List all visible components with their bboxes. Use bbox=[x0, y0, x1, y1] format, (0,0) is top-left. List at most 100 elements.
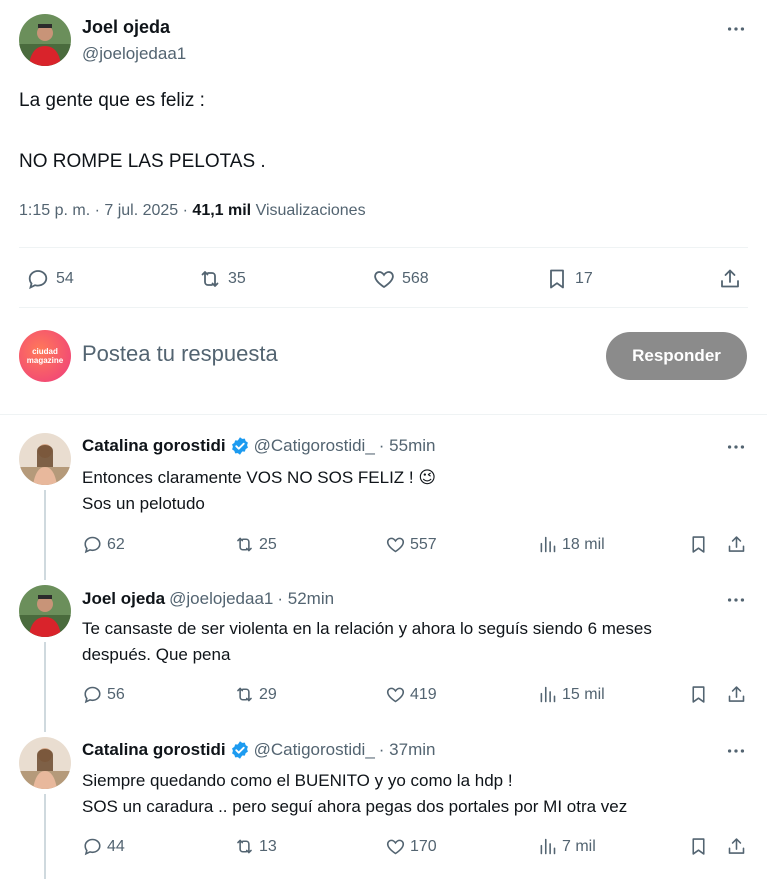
retweet-action[interactable]: 13 bbox=[234, 836, 277, 857]
bookmark-count: 17 bbox=[575, 270, 593, 287]
like-action[interactable]: 419 bbox=[385, 684, 437, 705]
tweet-text-line-1: La gente que es feliz : bbox=[19, 90, 205, 111]
like-action[interactable]: 170 bbox=[385, 836, 437, 857]
reply-text-line-2: después. Que pena bbox=[82, 645, 231, 664]
reply-author-handle[interactable]: @Catigorostidi_ bbox=[254, 436, 375, 456]
bookmark-icon bbox=[688, 684, 709, 705]
views-count: 41,1 mil bbox=[192, 202, 252, 219]
section-divider bbox=[0, 414, 767, 415]
views-icon bbox=[537, 534, 558, 555]
retweet-icon bbox=[198, 267, 222, 291]
reply-icon bbox=[26, 267, 50, 291]
views-count: 15 mil bbox=[562, 685, 605, 703]
reply-count: 56 bbox=[107, 685, 125, 703]
retweet-count: 29 bbox=[259, 685, 277, 703]
reply-time[interactable]: · 52min bbox=[277, 589, 334, 609]
reply-text-line-2: SOS un caradura .. pero seguí ahora pega… bbox=[82, 797, 628, 816]
retweet-count: 35 bbox=[228, 270, 246, 287]
reply-author-name[interactable]: Catalina gorostidi bbox=[82, 436, 226, 456]
views-count: 18 mil bbox=[562, 535, 605, 553]
reply-input[interactable]: Postea tu respuesta bbox=[82, 341, 278, 367]
thread-line bbox=[44, 490, 46, 580]
retweet-icon bbox=[234, 684, 255, 705]
reply-count: 44 bbox=[107, 837, 125, 855]
like-count: 170 bbox=[410, 837, 437, 855]
share-action[interactable] bbox=[718, 267, 742, 291]
reply-header: Catalina gorostidi @Catigorostidi_ · 37m… bbox=[82, 740, 435, 760]
reply-avatar[interactable] bbox=[19, 433, 71, 485]
reply-author-name[interactable]: Catalina gorostidi bbox=[82, 740, 226, 760]
reply-text-line-1: Entonces claramente VOS NO SOS FELIZ ! 😉 bbox=[82, 468, 437, 487]
views-icon bbox=[537, 836, 558, 857]
retweet-icon bbox=[234, 534, 255, 555]
reply-avatar[interactable] bbox=[19, 737, 71, 789]
reply-icon bbox=[82, 684, 103, 705]
share-icon bbox=[718, 267, 742, 291]
views-label: Visualizaciones bbox=[251, 202, 366, 219]
reply-text-line-1: Te cansaste de ser violenta en la relaci… bbox=[82, 619, 652, 638]
retweet-count: 13 bbox=[259, 837, 277, 855]
like-count: 568 bbox=[402, 270, 429, 287]
reply-time[interactable]: · 37min bbox=[379, 740, 436, 760]
bookmark-action[interactable]: 17 bbox=[545, 267, 593, 291]
tweet-timestamp[interactable]: 1:15 p. m. · 7 jul. 2025 · bbox=[19, 202, 192, 219]
bookmark-action[interactable] bbox=[688, 684, 709, 705]
reply-icon bbox=[82, 534, 103, 555]
bookmark-icon bbox=[545, 267, 569, 291]
retweet-action[interactable]: 29 bbox=[234, 684, 277, 705]
like-action[interactable]: 557 bbox=[385, 534, 437, 555]
like-count: 557 bbox=[410, 535, 437, 553]
heart-icon bbox=[385, 534, 406, 555]
reply-button[interactable]: Responder bbox=[606, 332, 747, 380]
more-options-icon[interactable] bbox=[725, 589, 747, 611]
heart-icon bbox=[385, 836, 406, 857]
share-action[interactable] bbox=[726, 684, 747, 705]
retweet-action[interactable]: 25 bbox=[234, 534, 277, 555]
retweet-icon bbox=[234, 836, 255, 857]
views-action[interactable]: 7 mil bbox=[537, 836, 596, 857]
reply-avatar[interactable] bbox=[19, 585, 71, 637]
share-action[interactable] bbox=[726, 836, 747, 857]
author-handle[interactable]: @joelojedaa1 bbox=[82, 44, 186, 64]
more-options-icon[interactable] bbox=[725, 18, 747, 40]
divider bbox=[19, 307, 748, 308]
tweet-text-line-2: NO ROMPE LAS PELOTAS . bbox=[19, 151, 266, 172]
reply-header: Catalina gorostidi @Catigorostidi_ · 55m… bbox=[82, 436, 435, 456]
verified-badge-icon bbox=[230, 436, 250, 456]
reply-time[interactable]: · 55min bbox=[379, 436, 436, 456]
views-icon bbox=[537, 684, 558, 705]
tweet-meta: 1:15 p. m. · 7 jul. 2025 · 41,1 mil Visu… bbox=[19, 202, 366, 220]
verified-badge-icon bbox=[230, 740, 250, 760]
retweet-action[interactable]: 35 bbox=[198, 267, 246, 291]
share-icon bbox=[726, 684, 747, 705]
author-name[interactable]: Joel ojeda bbox=[82, 17, 170, 38]
bookmark-icon bbox=[688, 836, 709, 857]
share-action[interactable] bbox=[726, 534, 747, 555]
reply-action[interactable]: 62 bbox=[82, 534, 125, 555]
user-avatar[interactable]: ciudad magazine bbox=[19, 330, 71, 382]
reply-action[interactable]: 56 bbox=[82, 684, 125, 705]
reply-text-line-2: Sos un pelotudo bbox=[82, 494, 205, 513]
thread-line bbox=[44, 642, 46, 732]
like-action[interactable]: 568 bbox=[372, 267, 429, 291]
avatar-text: ciudad bbox=[32, 347, 58, 356]
reply-author-handle[interactable]: @Catigorostidi_ bbox=[254, 740, 375, 760]
reply-author-handle[interactable]: @joelojedaa1 bbox=[169, 589, 273, 609]
reply-action[interactable]: 54 bbox=[26, 267, 74, 291]
reply-author-name[interactable]: Joel ojeda bbox=[82, 589, 165, 609]
author-avatar[interactable] bbox=[19, 14, 71, 66]
more-options-icon[interactable] bbox=[725, 740, 747, 762]
avatar-text: magazine bbox=[26, 356, 64, 365]
bookmark-action[interactable] bbox=[688, 836, 709, 857]
like-count: 419 bbox=[410, 685, 437, 703]
reply-count: 62 bbox=[107, 535, 125, 553]
views-action[interactable]: 18 mil bbox=[537, 534, 605, 555]
share-icon bbox=[726, 836, 747, 857]
more-options-icon[interactable] bbox=[725, 436, 747, 458]
divider bbox=[19, 247, 748, 248]
views-action[interactable]: 15 mil bbox=[537, 684, 605, 705]
bookmark-action[interactable] bbox=[688, 534, 709, 555]
reply-count: 54 bbox=[56, 270, 74, 287]
reply-action[interactable]: 44 bbox=[82, 836, 125, 857]
reply-text-line-1: Siempre quedando como el BUENITO y yo co… bbox=[82, 771, 513, 790]
